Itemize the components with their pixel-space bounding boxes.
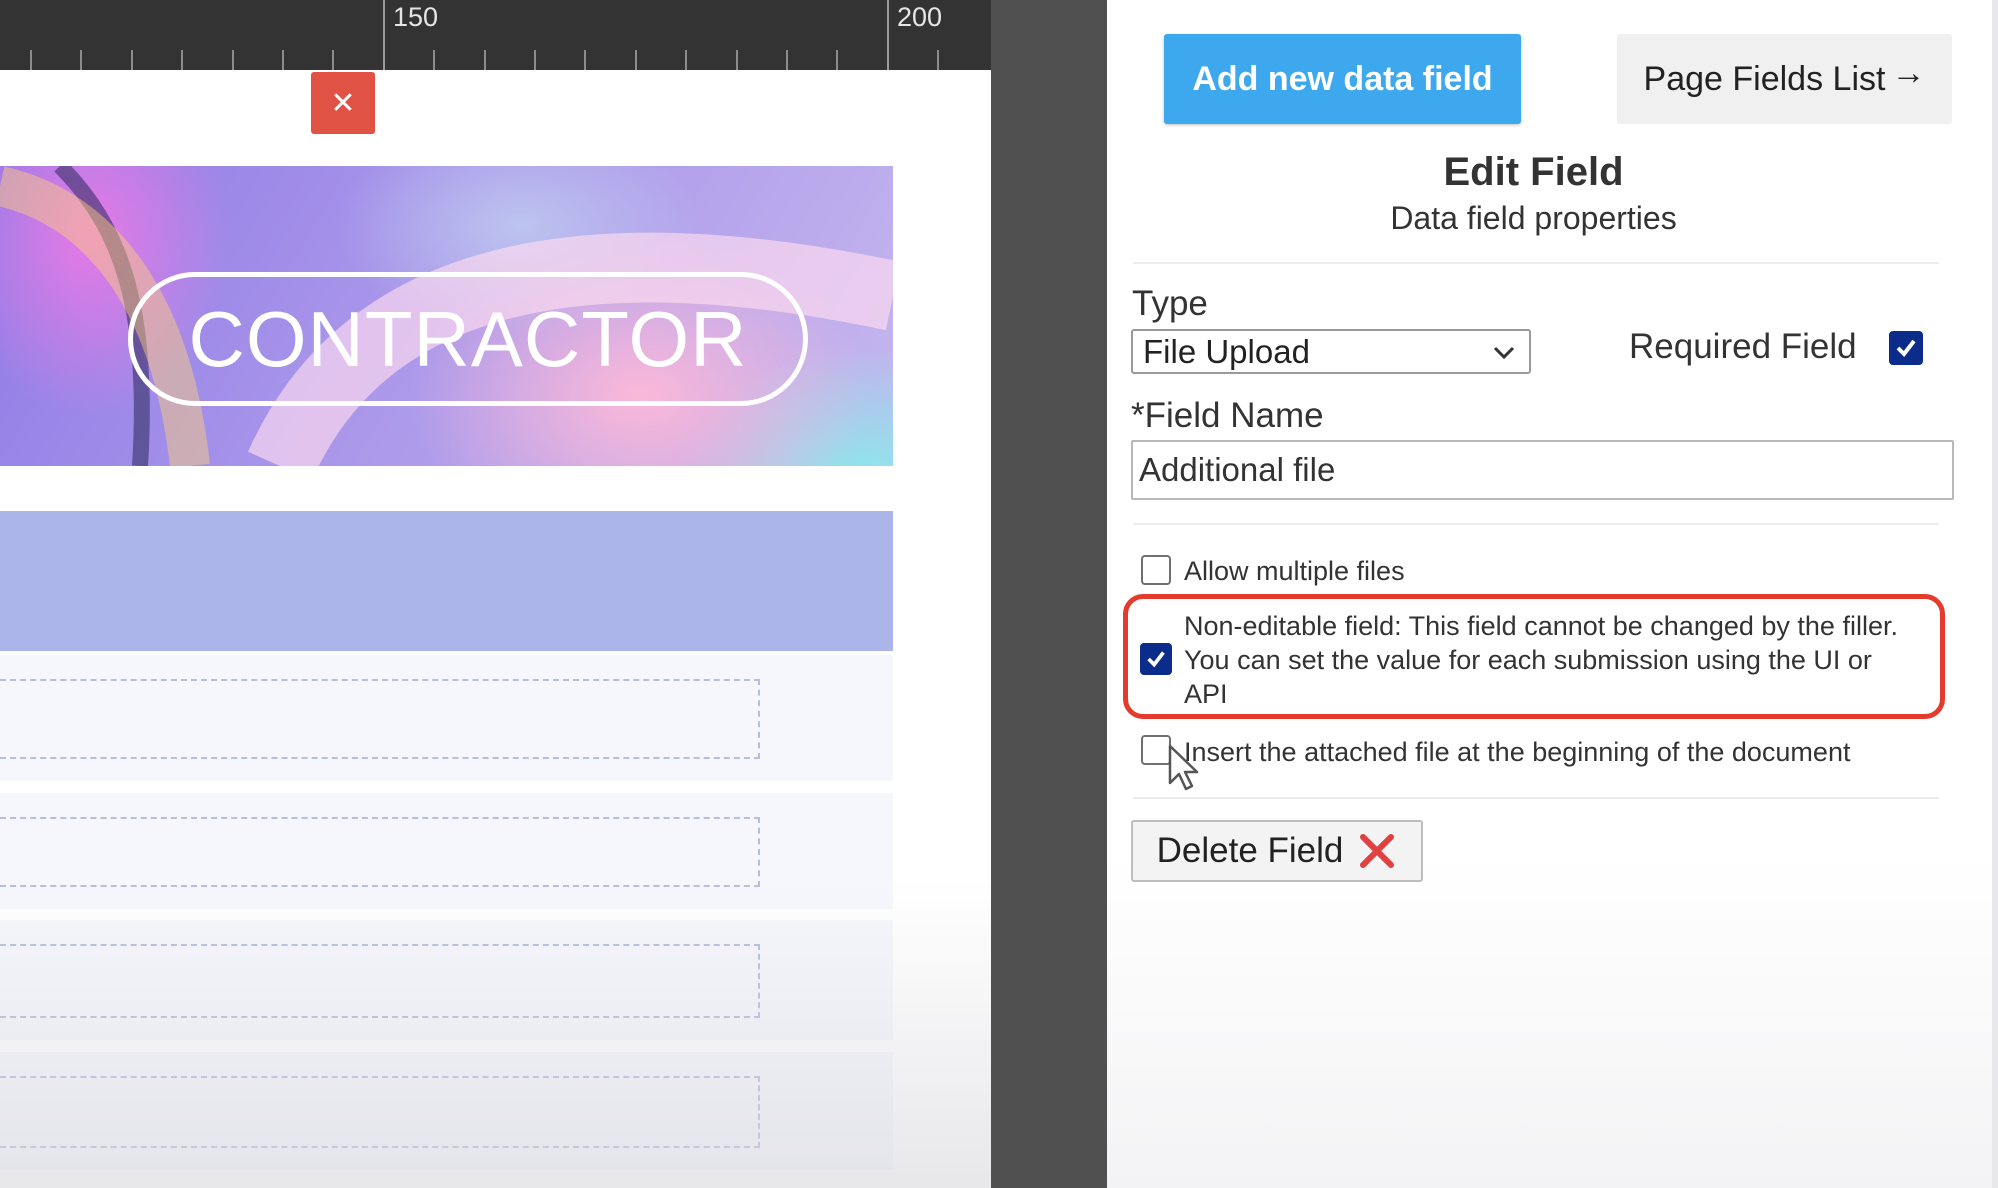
- type-select[interactable]: File Upload: [1131, 329, 1531, 374]
- ruler-label-150: 150: [393, 2, 439, 32]
- ruler-tick: [483, 50, 486, 70]
- ruler-tick: [332, 50, 335, 70]
- ruler-tick: [30, 50, 32, 70]
- form-field-row: [0, 793, 893, 909]
- delete-field-label: Delete Field: [1156, 831, 1344, 870]
- form-field-row: [0, 1052, 893, 1170]
- allow-multiple-files-label: Allow multiple files: [1184, 556, 1405, 586]
- form-field-placeholder[interactable]: [0, 817, 760, 887]
- divider: [1133, 523, 1939, 525]
- document-editor: 150 200 ✕ CONTRACTOR: [0, 0, 991, 1188]
- form-field-placeholder[interactable]: [0, 679, 760, 759]
- mouse-cursor-icon: [1168, 744, 1199, 791]
- ruler-tick: [231, 50, 234, 70]
- checkmark-icon: [1147, 651, 1165, 668]
- ruler-tick: [584, 50, 587, 70]
- form-header-band: [0, 511, 893, 651]
- ruler-tick: [534, 50, 536, 70]
- horizontal-ruler: 150 200: [0, 0, 991, 70]
- delete-x-icon: [1360, 834, 1395, 868]
- page-fields-list-label: Page Fields List: [1643, 59, 1886, 98]
- field-name-label: *Field Name: [1131, 396, 1324, 435]
- allow-multiple-files-checkbox[interactable]: [1141, 555, 1171, 585]
- banner-title: CONTRACTOR: [128, 272, 808, 406]
- chevron-down-icon: [1491, 337, 1517, 374]
- canvas-gutter: [991, 0, 1107, 1188]
- ruler-tick: [383, 0, 385, 70]
- form-field-row: [0, 655, 893, 781]
- divider: [1133, 797, 1939, 799]
- ruler-label-200: 200: [897, 2, 943, 32]
- ruler-tick: [887, 0, 889, 70]
- insert-at-beginning-label: Insert the attached file at the beginnin…: [1184, 737, 1851, 767]
- required-field-checkbox[interactable]: [1889, 331, 1923, 365]
- ruler-tick: [433, 50, 436, 70]
- contractor-banner-image: CONTRACTOR: [0, 166, 893, 466]
- page-fields-list-button[interactable]: Page Fields List →: [1617, 34, 1952, 124]
- ruler-tick: [282, 50, 284, 70]
- ruler-tick: [634, 50, 637, 70]
- form-field-placeholder[interactable]: [0, 1076, 760, 1148]
- required-field-label: Required Field: [1629, 327, 1857, 366]
- ruler-tick: [786, 50, 788, 70]
- ruler-tick: [937, 50, 940, 70]
- add-new-data-field-button[interactable]: Add new data field: [1164, 34, 1521, 124]
- delete-field-button[interactable]: Delete Field: [1131, 820, 1423, 882]
- divider: [1133, 262, 1939, 264]
- close-icon: ✕: [330, 86, 356, 120]
- edit-field-title: Edit Field: [1443, 150, 1624, 194]
- ruler-tick: [181, 50, 184, 70]
- ruler-tick: [130, 50, 133, 70]
- non-editable-field-checkbox[interactable]: [1140, 643, 1172, 675]
- form-field-placeholder[interactable]: [0, 944, 760, 1018]
- checkmark-icon: [1896, 339, 1916, 358]
- close-element-button[interactable]: ✕: [311, 72, 375, 134]
- non-editable-field-label: Non-editable field: This field cannot be…: [1184, 611, 1898, 709]
- ruler-tick: [836, 50, 839, 70]
- field-properties-panel: Add new data field Page Fields List → Ed…: [1107, 0, 1998, 1188]
- ruler-tick: [80, 50, 83, 70]
- ruler-tick: [685, 50, 688, 70]
- ruler-tick: [735, 50, 738, 70]
- edit-field-subtitle: Data field properties: [1390, 200, 1677, 236]
- form-field-row: [0, 920, 893, 1040]
- arrow-right-icon: →: [1891, 53, 1926, 92]
- type-select-value: File Upload: [1143, 332, 1310, 370]
- type-label: Type: [1132, 284, 1208, 323]
- field-name-input[interactable]: [1131, 440, 1954, 500]
